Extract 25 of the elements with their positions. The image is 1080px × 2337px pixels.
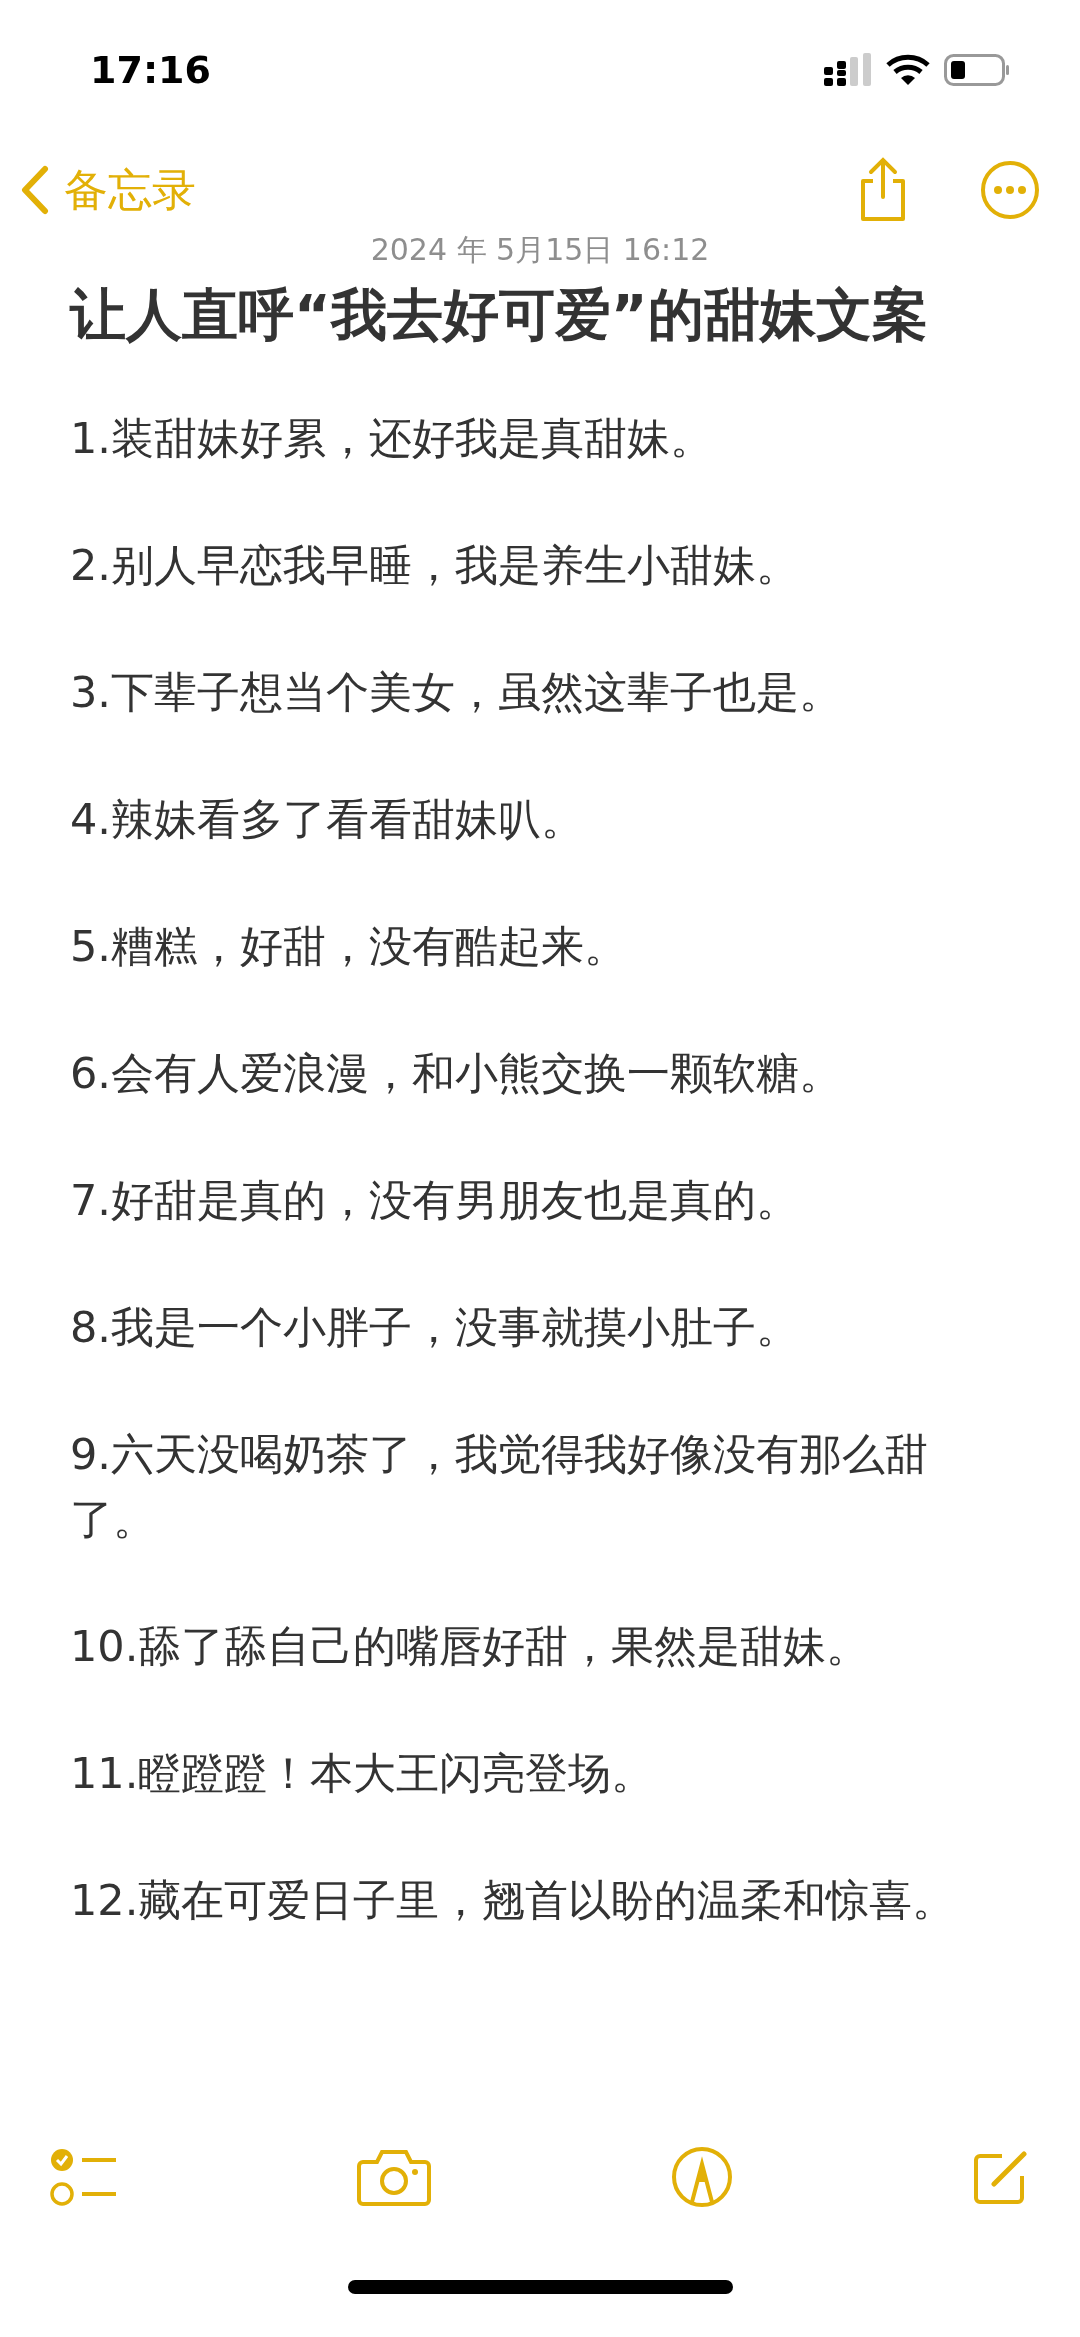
checklist-button[interactable] xyxy=(50,2146,118,2208)
note-date: 2024 年 5月15日 16:12 xyxy=(369,231,711,269)
more-button[interactable] xyxy=(980,160,1040,220)
note-line: 5.糟糕，好甜，没有酷起来。 xyxy=(70,919,629,973)
signal-icon xyxy=(824,53,872,87)
note-line: 10.舔了舔自己的嘴唇好甜，果然是甜妹。 xyxy=(70,1619,871,1673)
note-line: 6.会有人爱浪漫，和小熊交换一颗软糖。 xyxy=(70,1046,844,1100)
battery-icon xyxy=(944,54,1010,86)
note-line: 1.装甜妹好累，还好我是真甜妹。 xyxy=(70,411,715,465)
status-time: 17:16 xyxy=(90,48,211,92)
chevron-icon xyxy=(20,165,50,215)
camera-button[interactable] xyxy=(357,2148,432,2206)
note-line: 12.藏在可爱日子里，翘首以盼的温柔和惊喜。 xyxy=(70,1873,957,1927)
note-line: 4.辣妹看多了看看甜妹叭。 xyxy=(70,792,586,846)
markup-button[interactable] xyxy=(670,2146,733,2208)
note-line: 8.我是一个小胖子，没事就摸小肚子。 xyxy=(70,1300,801,1354)
note-line: 7.好甜是真的，没有男朋友也是真的。 xyxy=(70,1173,801,1227)
back-button[interactable]: 备忘录 xyxy=(20,160,196,220)
compose-button[interactable] xyxy=(972,2148,1030,2206)
note-line: 3.下辈子想当个美女，虽然这辈子也是。 xyxy=(70,665,844,719)
note-line: 11.瞪蹬蹬！本大王闪亮登场。 xyxy=(70,1746,656,1800)
note-title: 让人直呼“我去好可爱”的甜妹文案 xyxy=(70,281,929,349)
wifi-icon xyxy=(886,54,930,86)
note-line: 9.六天没喝奶茶了，我觉得我好像没有那么甜了。 xyxy=(70,1427,930,1546)
note-line: 2.别人早恋我早睡，我是养生小甜妹。 xyxy=(70,538,801,592)
